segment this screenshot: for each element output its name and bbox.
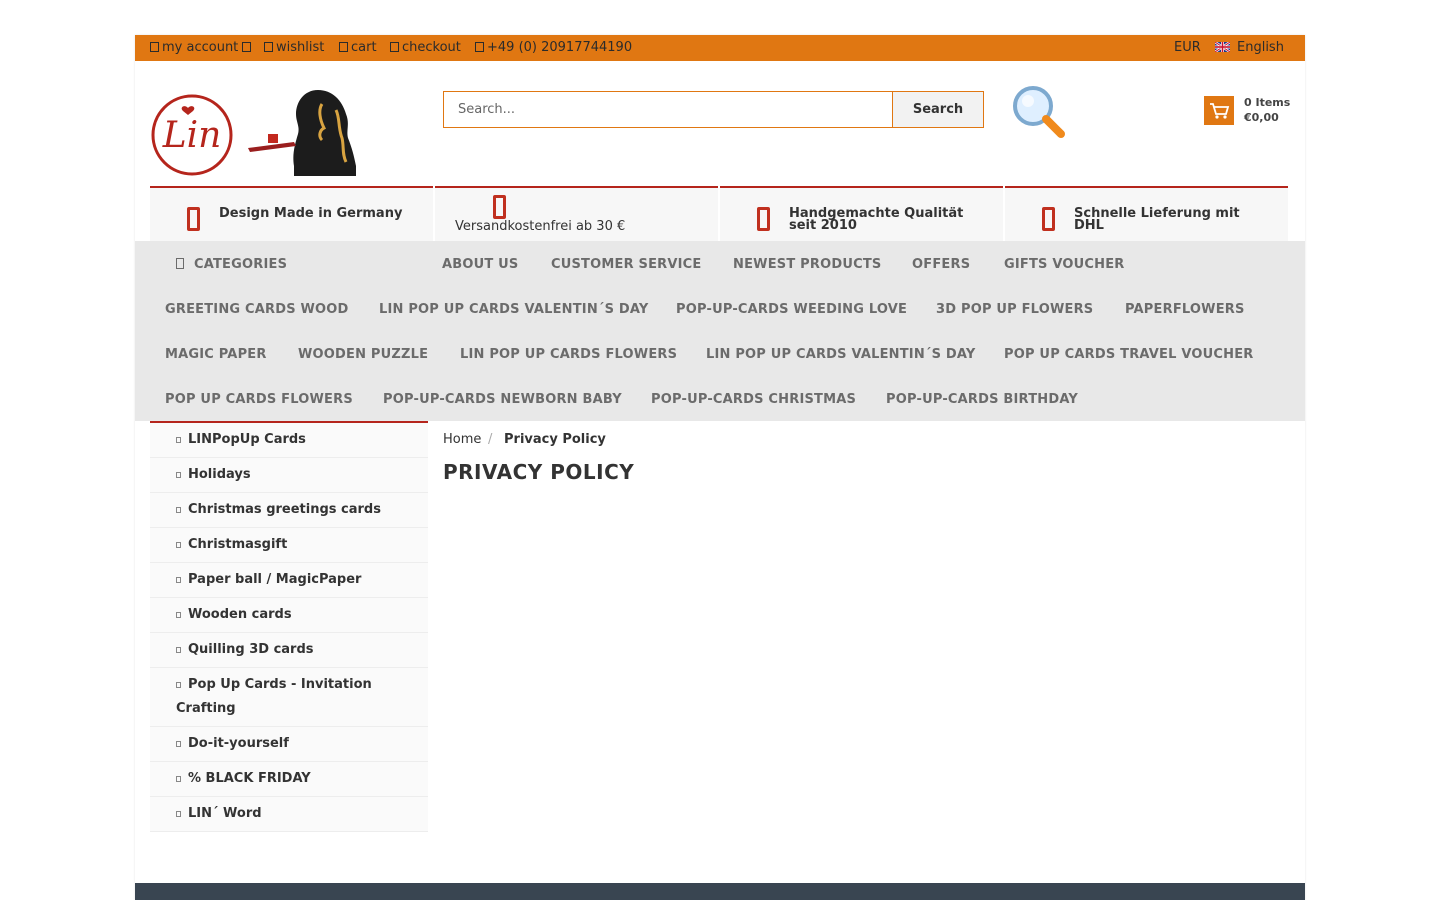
breadcrumb-home[interactable]: Home <box>443 432 481 447</box>
feature-handmade: Handgemachte Qualität seit 2010 <box>720 186 1003 243</box>
cart-link[interactable]: cart <box>339 40 377 55</box>
nav-newest-products[interactable]: NEWEST PRODUCTS <box>733 257 881 272</box>
chevron-right-icon <box>176 811 181 817</box>
chevron-right-icon <box>176 437 181 443</box>
page-title: PRIVACY POLICY <box>443 460 635 484</box>
nav-travel-voucher[interactable]: POP UP CARDS TRAVEL VOUCHER <box>1004 347 1254 362</box>
nav-greeting-cards-wood[interactable]: GREETING CARDS WOOD <box>165 302 349 317</box>
logo-image: Lin <box>151 90 356 176</box>
hand-icon <box>757 207 770 231</box>
sidebar-item-holidays[interactable]: Holidays <box>150 458 428 493</box>
caret-down-icon <box>242 42 252 52</box>
site-logo[interactable]: Lin <box>150 82 360 176</box>
nav-popup-flowers[interactable]: POP UP CARDS FLOWERS <box>165 392 353 407</box>
menu-icon <box>176 258 184 269</box>
nav-categories[interactable]: CATEGORIES <box>176 257 287 272</box>
checkout-link[interactable]: checkout <box>390 40 461 55</box>
sidebar-item-linpopup-cards[interactable]: LINPopUp Cards <box>150 423 428 458</box>
top-bar: my account wishlist cart checkout +49 (0… <box>135 35 1305 61</box>
phone-link[interactable]: +49 (0) 20917744190 <box>475 40 632 55</box>
phone-icon <box>475 42 484 52</box>
my-account-link[interactable]: my account <box>150 40 254 55</box>
header-cart-icon[interactable] <box>1204 96 1234 125</box>
nav-paperflowers[interactable]: PAPERFLOWERS <box>1125 302 1245 317</box>
search-input[interactable]: Search... <box>443 91 893 128</box>
sidebar-item-paper-ball[interactable]: Paper ball / MagicPaper <box>150 563 428 598</box>
footer-bar <box>135 883 1305 900</box>
currency-selector[interactable]: EUR <box>1174 40 1201 55</box>
chevron-right-icon <box>176 612 181 618</box>
svg-text:Lin: Lin <box>162 115 222 156</box>
page-container: my account wishlist cart checkout +49 (0… <box>135 35 1305 900</box>
sidebar-item-wooden-cards[interactable]: Wooden cards <box>150 598 428 633</box>
sidebar-item-christmasgift[interactable]: Christmasgift <box>150 528 428 563</box>
nav-newborn-baby[interactable]: POP-UP-CARDS NEWBORN BABY <box>383 392 622 407</box>
uk-flag-icon <box>1215 42 1230 52</box>
nav-gifts-voucher[interactable]: GIFTS VOUCHER <box>1004 257 1125 272</box>
breadcrumb-separator: / <box>488 432 493 447</box>
sidebar-item-invitation-crafting[interactable]: Pop Up Cards - Invitation Crafting <box>150 668 428 727</box>
sidebar-item-black-friday[interactable]: % BLACK FRIDAY <box>150 762 428 797</box>
feature-shipping: Versandkostenfrei ab 30 € <box>435 186 718 243</box>
nav-about-us[interactable]: ABOUT US <box>442 257 519 272</box>
chevron-right-icon <box>176 542 181 548</box>
nav-customer-service[interactable]: CUSTOMER SERVICE <box>551 257 702 272</box>
feature-delivery: Schnelle Lieferung mit DHL <box>1005 186 1288 243</box>
user-icon <box>150 42 159 52</box>
cart-item-count[interactable]: 0 Items <box>1244 96 1290 109</box>
cart-icon <box>339 42 348 52</box>
magnifier-icon[interactable] <box>1011 84 1067 140</box>
nav-offers[interactable]: OFFERS <box>912 257 970 272</box>
chevron-right-icon <box>176 741 181 747</box>
nav-3d-flowers[interactable]: 3D POP UP FLOWERS <box>936 302 1093 317</box>
nav-wooden-puzzle[interactable]: WOODEN PUZZLE <box>298 347 428 362</box>
nav-valentins-day[interactable]: LIN POP UP CARDS VALENTIN´S DAY <box>379 302 649 317</box>
chevron-right-icon <box>176 776 181 782</box>
main-navigation: CATEGORIES ABOUT US CUSTOMER SERVICE NEW… <box>135 241 1305 421</box>
breadcrumb-current: Privacy Policy <box>504 432 606 447</box>
wishlist-link[interactable]: wishlist <box>264 40 324 55</box>
sidebar-item-christmas-greetings[interactable]: Christmas greetings cards <box>150 493 428 528</box>
share-icon <box>390 42 399 52</box>
nav-lin-flowers[interactable]: LIN POP UP CARDS FLOWERS <box>460 347 677 362</box>
germany-icon <box>187 207 200 231</box>
sidebar-item-do-it-yourself[interactable]: Do-it-yourself <box>150 727 428 762</box>
chevron-right-icon <box>176 577 181 583</box>
nav-birthday[interactable]: POP-UP-CARDS BIRTHDAY <box>886 392 1078 407</box>
delivery-icon <box>1042 207 1055 231</box>
chevron-right-icon <box>176 507 181 513</box>
search-button[interactable]: Search <box>892 91 984 128</box>
cart-total[interactable]: €0,00 <box>1244 111 1279 124</box>
sidebar-item-quilling[interactable]: Quilling 3D cards <box>150 633 428 668</box>
chevron-right-icon <box>176 472 181 478</box>
heart-icon <box>264 42 273 52</box>
language-selector[interactable]: English <box>1215 40 1284 55</box>
truck-icon <box>493 195 506 219</box>
category-sidebar: LINPopUp Cards Holidays Christmas greeti… <box>150 421 428 833</box>
sidebar-item-lin-word[interactable]: LIN´ Word <box>150 797 428 832</box>
chevron-right-icon <box>176 682 181 688</box>
chevron-right-icon <box>176 647 181 653</box>
feature-design: Design Made in Germany <box>150 186 433 243</box>
nav-lin-valentins-day[interactable]: LIN POP UP CARDS VALENTIN´S DAY <box>706 347 976 362</box>
nav-weeding-love[interactable]: POP-UP-CARDS WEEDING LOVE <box>676 302 907 317</box>
nav-magic-paper[interactable]: MAGIC PAPER <box>165 347 267 362</box>
nav-christmas[interactable]: POP-UP-CARDS CHRISTMAS <box>651 392 856 407</box>
